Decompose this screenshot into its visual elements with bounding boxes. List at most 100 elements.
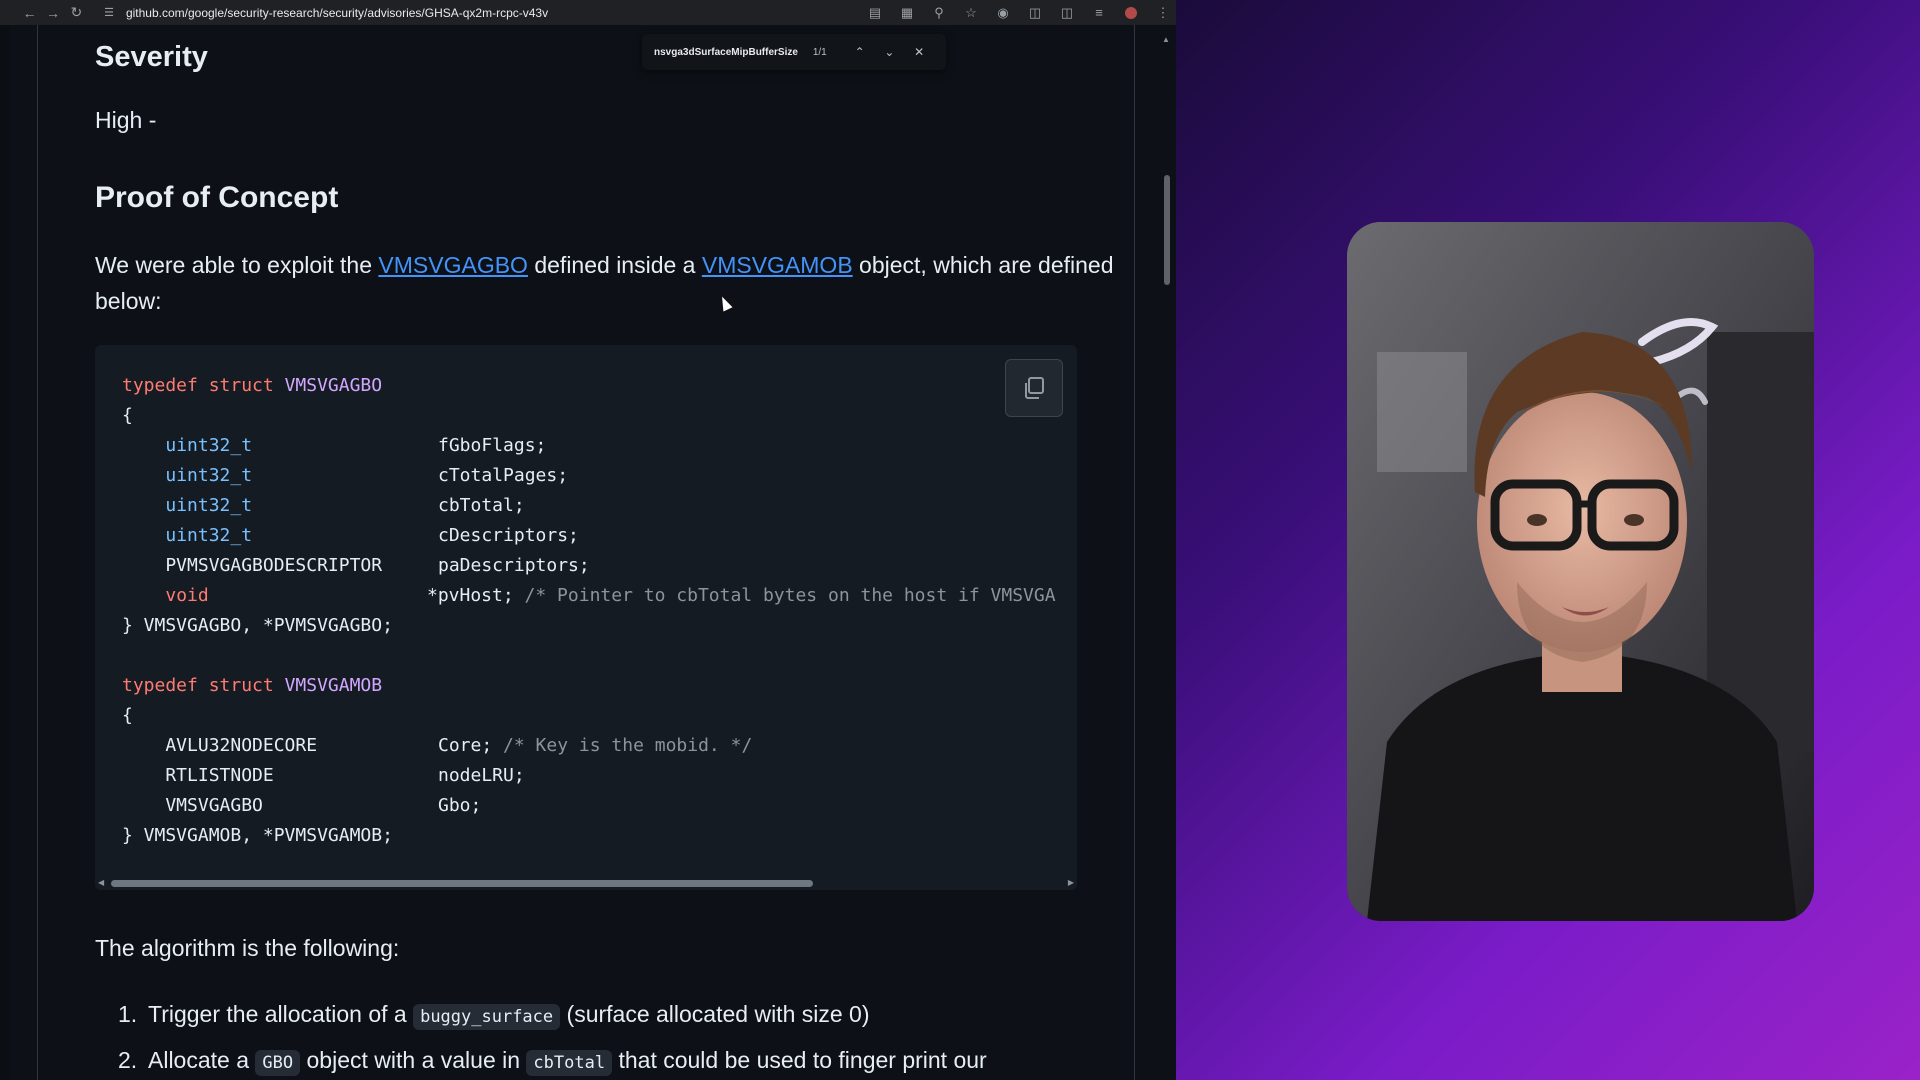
- reader-icon[interactable]: ▦: [894, 0, 920, 25]
- code-member-name: *pvHost;: [427, 585, 525, 606]
- code-line: uint32_t fGboFlags;: [122, 435, 546, 456]
- poc-intro-paragraph: We were able to exploit the VMSVGAGBO de…: [95, 247, 1115, 319]
- find-bar: nsvga3dSurfaceMipBufferSize 1/1 ⌃ ⌄ ✕: [642, 34, 946, 70]
- code-token: {: [122, 405, 133, 426]
- extension-icon[interactable]: ◉: [990, 0, 1016, 25]
- code-horizontal-scrollbar[interactable]: ◀ ▶: [95, 876, 1077, 890]
- reload-icon[interactable]: ↻: [65, 0, 88, 25]
- step-text: Allocate a: [148, 1047, 256, 1073]
- code-token: PVMSVGAGBODESCRIPTOR: [122, 555, 383, 576]
- code-token: uint32_t: [165, 435, 253, 456]
- code-member: cDescriptors;: [438, 525, 579, 546]
- page-scrollbar-thumb[interactable]: [1164, 175, 1170, 285]
- code-line: uint32_t cbTotal;: [122, 495, 524, 516]
- cast-icon[interactable]: ▤: [862, 0, 888, 25]
- scroll-up-arrow-icon[interactable]: ▲: [1162, 35, 1170, 44]
- code-line: uint32_t cTotalPages;: [122, 465, 568, 486]
- code-line: uint32_t cDescriptors;: [122, 525, 579, 546]
- back-icon[interactable]: ←: [18, 0, 41, 25]
- code-member-name: Core;: [438, 735, 504, 756]
- browser-toolbar: ← → ↻ ☰ github.com/google/security-resea…: [0, 0, 1176, 25]
- code-member: nodeLRU;: [438, 765, 525, 786]
- severity-heading: Severity: [95, 41, 208, 73]
- code-member-name: cbTotal;: [438, 495, 525, 516]
- code-token: uint32_t: [165, 465, 253, 486]
- algorithm-steps: 1. Trigger the allocation of a buggy_surf…: [118, 993, 1118, 1080]
- profile-avatar[interactable]: [1118, 0, 1144, 25]
- find-close-icon[interactable]: ✕: [904, 45, 934, 59]
- code-member-name: cDescriptors;: [438, 525, 579, 546]
- code-member: Core; /* Key is the mobid. */: [438, 735, 752, 756]
- code-member-name: Gbo;: [438, 795, 482, 816]
- code-block: typedef struct VMSVGAGBO { uint32_t fGboFl…: [95, 345, 1077, 890]
- toolbar-actions: ▤ ▦ ⚲ ☆ ◉ ◫ ◫ ≡ ⋮: [862, 0, 1176, 25]
- code-token: AVLU32NODECORE: [122, 735, 318, 756]
- code-token: RTLISTNODE: [122, 765, 274, 786]
- browser-window: ← → ↻ ☰ github.com/google/security-resea…: [0, 0, 1176, 1080]
- code-line: void *pvHost; /* Pointer to cbTotal bytes…: [122, 585, 1055, 606]
- copy-button[interactable]: [1005, 359, 1063, 417]
- code-line: typedef struct VMSVGAMOB: [122, 675, 382, 696]
- list-item: 1. Trigger the allocation of a buggy_surf…: [118, 993, 1118, 1039]
- code-token: typedef: [122, 675, 198, 696]
- link-vmsvgamob[interactable]: VMSVGAMOB: [702, 252, 853, 278]
- zoom-icon[interactable]: ⚲: [926, 0, 952, 25]
- code-member: Gbo;: [438, 795, 481, 816]
- code-token: struct: [208, 375, 274, 396]
- code-token: struct: [208, 675, 274, 696]
- scroll-left-arrow-icon[interactable]: ◀: [98, 878, 104, 887]
- address-bar[interactable]: ☰ github.com/google/security-research/se…: [96, 1, 742, 24]
- code-token: VMSVGAMOB: [284, 675, 383, 696]
- code-member-name: cTotalPages;: [438, 465, 569, 486]
- find-previous-icon[interactable]: ⌃: [845, 45, 875, 59]
- puzzle-icon[interactable]: ◫: [1022, 0, 1048, 25]
- inline-code: cbTotal: [526, 1050, 613, 1076]
- find-input[interactable]: nsvga3dSurfaceMipBufferSize: [654, 47, 803, 58]
- code-line: AVLU32NODECORE Core; /* Key is the mobid.…: [122, 735, 752, 756]
- step-text: (surface allocated with size 0): [560, 1001, 870, 1027]
- forward-icon[interactable]: →: [41, 0, 64, 25]
- step-text: that could be used to finger print our: [612, 1047, 987, 1073]
- code-line: RTLISTNODE nodeLRU;: [122, 765, 524, 786]
- site-settings-icon[interactable]: ☰: [104, 6, 114, 19]
- bookmark-star-icon[interactable]: ☆: [958, 0, 984, 25]
- code-line: PVMSVGAGBODESCRIPTOR paDescriptors;: [122, 555, 589, 576]
- code-comment: /* Key is the mobid. */: [503, 735, 753, 756]
- advisory-content: Severity High - Proof of Concept We were…: [37, 25, 1135, 1080]
- step-text: Trigger the allocation of a: [148, 1001, 414, 1027]
- scroll-right-arrow-icon[interactable]: ▶: [1068, 878, 1074, 887]
- find-next-icon[interactable]: ⌄: [874, 45, 904, 59]
- link-vmsvgagbo[interactable]: VMSVGAGBO: [378, 252, 528, 278]
- code-token: } VMSVGAGBO, *PVMSVGAGBO;: [122, 615, 393, 636]
- code-token: typedef: [122, 375, 198, 396]
- more-menu-icon[interactable]: ⋮: [1150, 0, 1176, 25]
- code-member: paDescriptors;: [438, 555, 590, 576]
- inline-code: buggy_surface: [413, 1004, 561, 1030]
- code-line: } VMSVGAMOB, *PVMSVGAMOB;: [122, 825, 393, 846]
- inline-code: GBO: [255, 1050, 301, 1076]
- find-match-count: 1/1: [812, 46, 827, 58]
- code-line: {: [122, 405, 133, 426]
- step-number: 1.: [118, 1001, 138, 1027]
- sidebar-icon[interactable]: ◫: [1054, 0, 1080, 25]
- page-scrollbar[interactable]: ▲: [1158, 25, 1176, 1080]
- code-line: VMSVGAGBO Gbo;: [122, 795, 481, 816]
- tab-search-icon[interactable]: ≡: [1086, 0, 1112, 25]
- code-scrollbar-thumb[interactable]: [111, 880, 813, 887]
- code-member-name: nodeLRU;: [438, 765, 525, 786]
- poc-intro-text-2: defined inside a: [527, 252, 702, 278]
- code-token: VMSVGAGBO: [122, 795, 263, 816]
- webcam-feed: [1347, 222, 1814, 921]
- code-line: typedef struct VMSVGAGBO: [122, 375, 382, 396]
- code-token: uint32_t: [165, 495, 253, 516]
- url-text[interactable]: github.com/google/security-research/secu…: [126, 6, 548, 20]
- code-member: cbTotal;: [438, 495, 525, 516]
- poc-intro-text-1: We were able to exploit the: [95, 252, 379, 278]
